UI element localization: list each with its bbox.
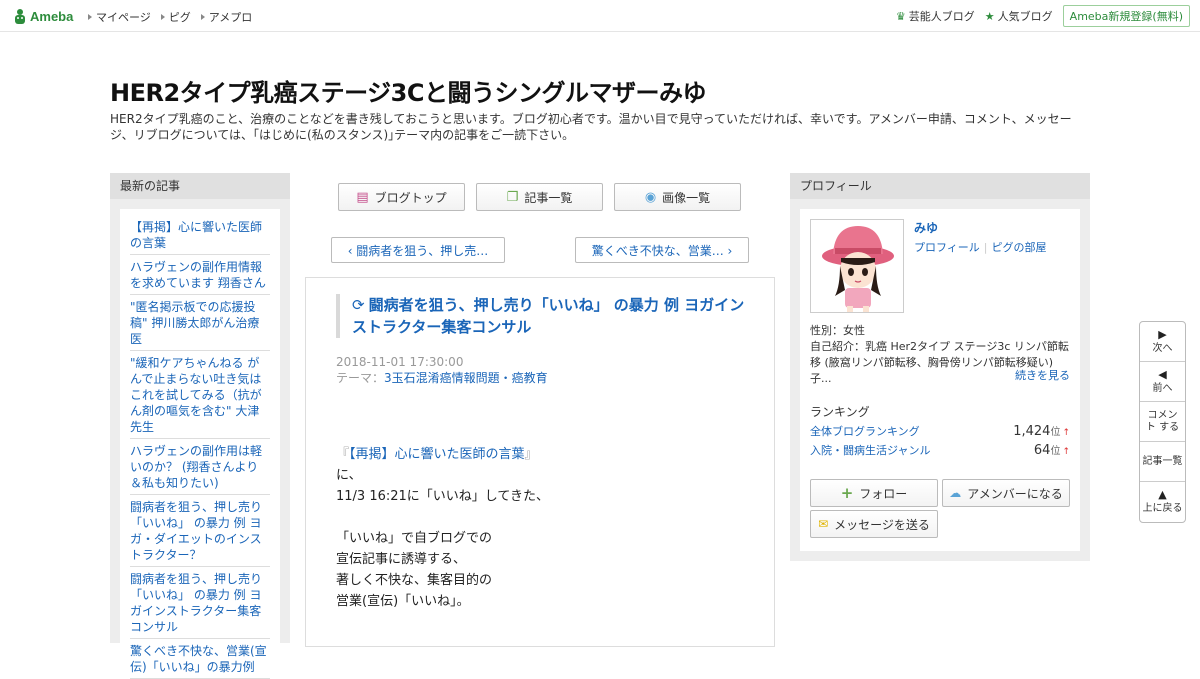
crown-icon: ♛ [895, 9, 906, 23]
profile-link[interactable]: プロフィール [914, 241, 980, 254]
float-comment-button[interactable]: コメント する [1140, 402, 1185, 442]
body-line: 著しく不快な、集客目的の [336, 573, 493, 588]
profile-avatar[interactable] [810, 219, 904, 313]
envelope-icon: ✉ [818, 517, 829, 531]
float-next-button[interactable]: ▶ 次へ [1140, 322, 1185, 362]
logo-text: Ameba [30, 8, 74, 24]
article-card: ⟳ 闘病者を狙う、押し売り「いいね」 の暴力 例 ヨガインストラクター集客コンサル… [305, 277, 775, 647]
entry-datetime: 2018-11-01 17:30:00 [336, 355, 464, 369]
triangle-up-icon: ▲ [1158, 488, 1167, 501]
top-right-links: ♛ 芸能人ブログ ★ 人気ブログ Ameba新規登録(無料) [896, 5, 1190, 27]
ranking-genre-link[interactable]: 入院・闘病生活ジャンル [810, 442, 930, 458]
document-icon: ▤ [356, 189, 369, 205]
blog-top-button[interactable]: ▤ ブログトップ [338, 183, 465, 211]
pigg-room-link[interactable]: ピグの部屋 [992, 241, 1047, 254]
recent-article-link[interactable]: 【再掲】心に響いた医師の言葉 [130, 215, 270, 255]
body-line: 11/3 16:21に「いいね」してきた、 [336, 489, 550, 504]
entry-title[interactable]: ⟳ 闘病者を狙う、押し売り「いいね」 の暴力 例 ヨガインストラクター集客コンサル [336, 294, 746, 338]
ameba-logo-icon [13, 8, 27, 25]
celebrity-blog-link[interactable]: ♛ 芸能人ブログ [896, 8, 975, 24]
prev-article-button[interactable]: ‹ 闘病者を狙う、押し売… [331, 237, 505, 263]
quoted-article-link[interactable]: 【再掲】心に響いた医師の言葉 [349, 447, 525, 462]
float-article-list-button[interactable]: 記事一覧 [1140, 442, 1185, 482]
recent-article-link[interactable]: 闘病者を狙う、押し売り「いいね」 の暴力 例 ヨガインストラクター集客コンサル [130, 567, 270, 639]
ranking-value: 1,424 [1013, 424, 1051, 439]
recent-articles-panel: 最新の記事 【再掲】心に響いた医師の言葉 ハラヴェンの副作用情報を求めています … [110, 173, 290, 679]
profile-name[interactable]: みゆ [914, 219, 938, 236]
star-icon: ★ [984, 9, 995, 23]
amember-button[interactable]: ☁ アメンバーになる [942, 479, 1070, 507]
play-right-icon: ▶ [1158, 327, 1167, 341]
body-line [336, 507, 756, 528]
signup-button[interactable]: Ameba新規登録(無料) [1062, 5, 1190, 27]
ranking-value: 64 [1033, 443, 1051, 458]
ameba-logo[interactable]: Ameba [13, 6, 73, 26]
list-icon: ❐ [506, 189, 519, 205]
profile-gender: 性別：女性 [810, 324, 865, 337]
ranking-overall-link[interactable]: 全体ブログランキング [810, 423, 920, 439]
camera-icon: ◉ [644, 189, 657, 205]
top-header: Ameba マイページ ピグ アメプロ ♛ 芸能人ブログ ★ 人気ブログ Ameba… [0, 0, 1200, 32]
nav-pigg[interactable]: ピグ [160, 9, 191, 25]
triangle-right-icon [88, 14, 92, 20]
profile-heading: プロフィール [790, 173, 1090, 199]
reblog-icon: ⟳ [352, 296, 365, 314]
plus-icon: + [840, 484, 854, 502]
float-back-to-top-button[interactable]: ▲ 上に戻る [1140, 482, 1185, 522]
article-list-button[interactable]: ❐ 記事一覧 [476, 183, 603, 211]
body-line: に、 [336, 468, 362, 483]
ranking-heading: ランキング [810, 405, 870, 419]
floating-nav: ▶ 次へ ◀ 前へ コメント する 記事一覧 ▲ 上に戻る [1139, 321, 1186, 523]
blog-description: HER2タイプ乳癌のこと、治療のことなどを書き残しておこうと思います。ブログ初心… [110, 112, 1072, 142]
entry-theme-link[interactable]: 3玉石混淆癌情報問題・癌教育 [384, 371, 548, 385]
blog-nav-buttons: ▤ ブログトップ ❐ 記事一覧 ◉ 画像一覧 [338, 183, 741, 211]
popular-blog-link[interactable]: ★ 人気ブログ [985, 8, 1053, 24]
recent-article-link[interactable]: "緩和ケアちゃんねる がんで止まらない吐き気はこれを試してみる（抗がん剤の嘔気を… [130, 351, 270, 439]
up-arrow-icon: ↑ [1062, 428, 1070, 438]
float-prev-button[interactable]: ◀ 前へ [1140, 362, 1185, 402]
recent-article-link[interactable]: 驚くべき不快な、営業(宣伝)「いいね」の暴力例 [130, 639, 270, 679]
play-left-icon: ◀ [1158, 367, 1167, 381]
amember-icon: ☁ [949, 486, 962, 500]
read-more-link[interactable]: 続きを見る [1015, 367, 1070, 383]
body-line: 営業(宣伝)「いいね」。 [336, 594, 470, 609]
profile-links: プロフィール | ピグの部屋 [914, 241, 1047, 254]
ranking-row: 全体ブログランキング 1,424位 ↑ [810, 423, 1070, 439]
profile-panel: プロフィール みゆ プロフィール | ピグの部屋 性別：女性 自己紹介：乳癌 H… [790, 173, 1090, 561]
triangle-right-icon [200, 14, 205, 20]
body-line: 宣伝記事に誘導する、 [336, 552, 467, 567]
recent-articles-heading: 最新の記事 [110, 173, 290, 199]
nav-mypage[interactable]: マイページ [88, 9, 151, 25]
recent-articles-list: 【再掲】心に響いた医師の言葉 ハラヴェンの副作用情報を求めています 翔香さん "… [120, 209, 280, 679]
recent-article-link[interactable]: "匿名掲示板での応援投稿" 押川勝太郎がん治療医 [130, 295, 270, 351]
recent-article-link[interactable]: 闘病者を狙う、押し売り「いいね」 の暴力 例 ヨガ・ダイエットのインストラクター… [130, 495, 270, 567]
profile-body: みゆ プロフィール | ピグの部屋 性別：女性 自己紹介：乳癌 Her2タイプ ステ… [800, 209, 1080, 551]
entry-body: 『【再掲】心に響いた医師の言葉』 に、 11/3 16:21に「いいね」してきた… [336, 444, 756, 612]
next-article-button[interactable]: 驚くべき不快な、営業… › [575, 237, 749, 263]
follow-button[interactable]: + フォロー [810, 479, 938, 507]
entry-meta: 2018-11-01 17:30:00 テーマ：3玉石混淆癌情報問題・癌教育 [336, 354, 548, 386]
theme-prefix: テーマ： [336, 371, 385, 385]
image-list-button[interactable]: ◉ 画像一覧 [614, 183, 741, 211]
recent-article-link[interactable]: ハラヴェンの副作用は軽いのか？ (翔香さんより＆私も知りたい) [130, 439, 270, 495]
ranking-row: 入院・闘病生活ジャンル 64位 ↑ [810, 442, 1070, 458]
blog-title[interactable]: HER2タイプ乳癌ステージ3Cと闘うシングルマザーみゆ [110, 73, 707, 108]
nav-amepro[interactable]: アメプロ [200, 9, 252, 25]
send-message-button[interactable]: ✉ メッセージを送る [810, 510, 938, 538]
avatar-illustration [811, 220, 903, 312]
top-nav: マイページ ピグ アメプロ [88, 9, 252, 25]
recent-article-link[interactable]: ハラヴェンの副作用情報を求めています 翔香さん [130, 255, 270, 295]
up-arrow-icon: ↑ [1062, 447, 1070, 457]
triangle-right-icon [160, 14, 165, 20]
body-line: 「いいね」で自ブログでの [336, 531, 493, 546]
